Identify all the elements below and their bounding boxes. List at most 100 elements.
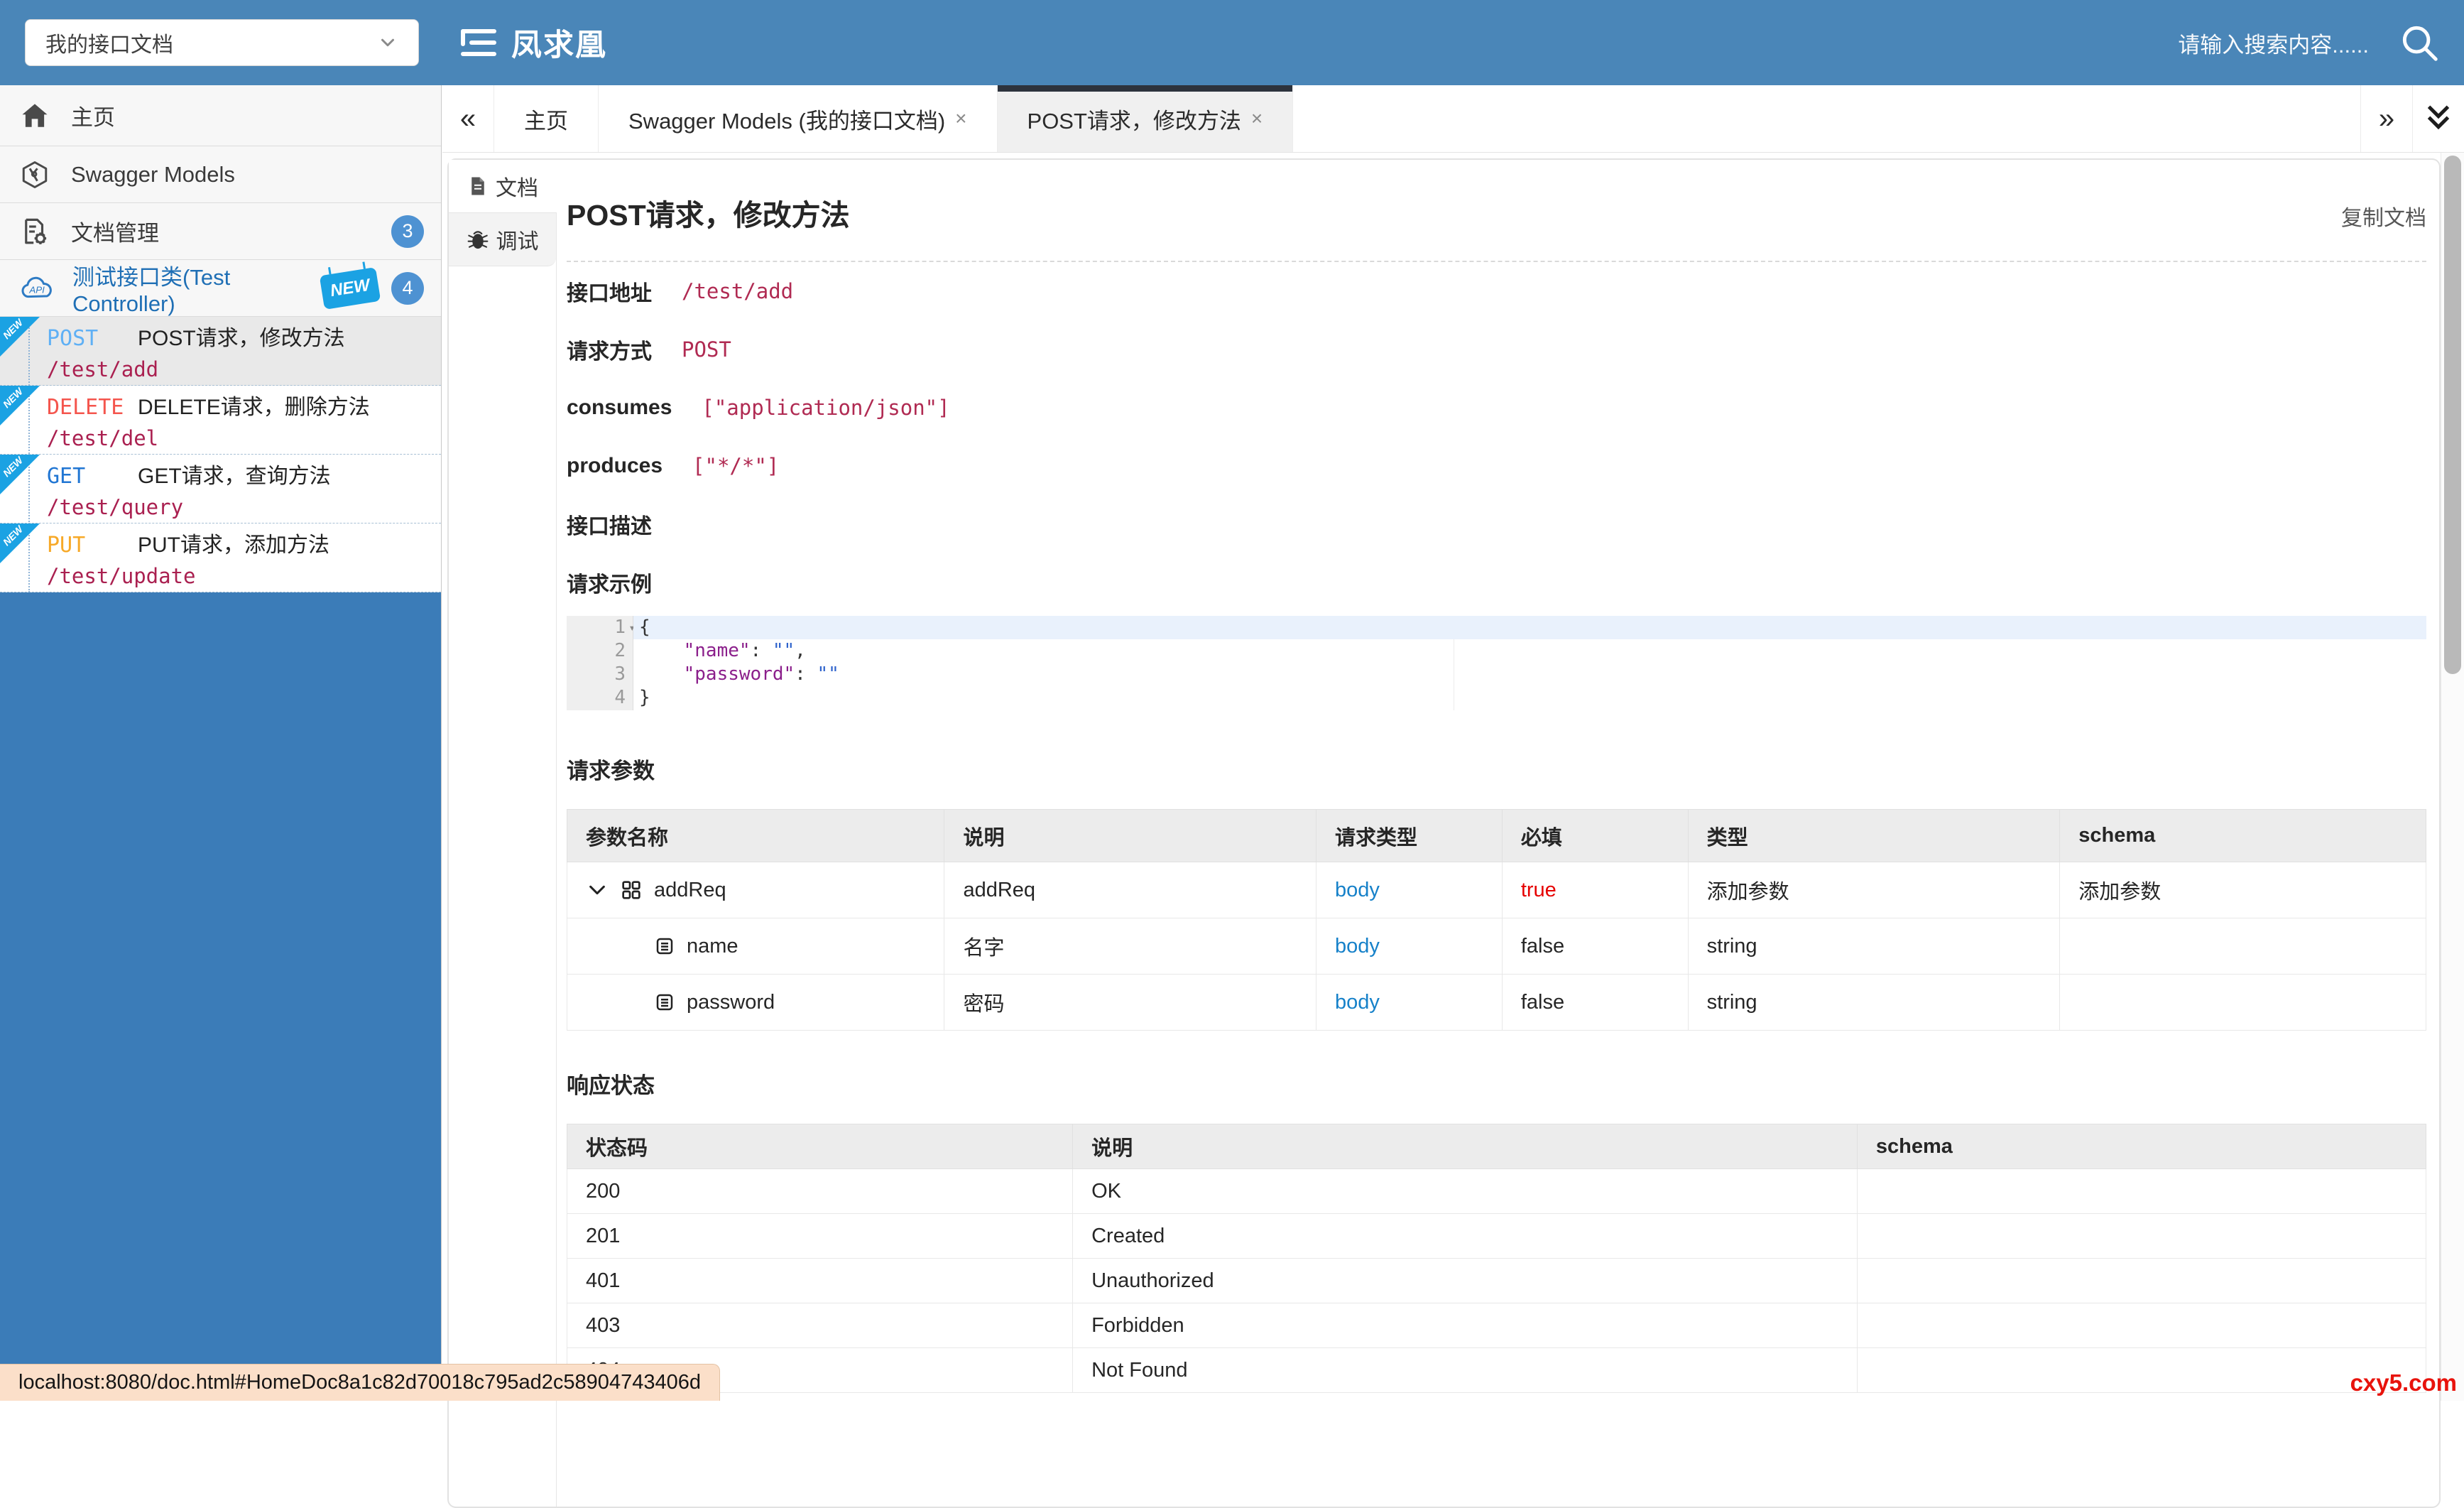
field-label: produces [567, 454, 663, 477]
tab-swagger-models[interactable]: Swagger Models (我的接口文档) × [599, 85, 998, 152]
sidebar: 主页 Swagger Models 文档管理 3 API 测试接口类(Test … [0, 85, 442, 1401]
doc-side-tabs: 文档 调试 [449, 160, 557, 1507]
project-select-dropdown[interactable]: 我的接口文档 [25, 19, 419, 66]
col-status-code: 状态码 [566, 1124, 1074, 1169]
tab-home[interactable]: 主页 [494, 85, 599, 152]
tab-post-request[interactable]: POST请求，修改方法 × [997, 85, 1294, 152]
col-required: 必填 [1501, 809, 1689, 862]
sidebar-item-label: Swagger Models [71, 161, 235, 187]
vertical-scrollbar[interactable] [2441, 153, 2464, 1401]
page-title: POST请求，修改方法 [567, 199, 850, 232]
endpoint-path: /test/query [47, 495, 184, 519]
chevron-down-icon [377, 32, 398, 53]
param-desc: 密码 [944, 974, 1317, 1031]
project-select-value: 我的接口文档 [45, 33, 173, 57]
tabbar-spacer [1293, 85, 2360, 152]
search-input[interactable]: 请输入搜索内容...... [2178, 27, 2369, 59]
param-schema [2059, 918, 2426, 975]
tab-label: POST请求，修改方法 [1027, 108, 1241, 134]
status-schema [1856, 1347, 2427, 1393]
col-param-name: 参数名称 [566, 809, 945, 862]
field-produces: produces ["*/*"] [567, 437, 2426, 495]
svg-text:API: API [28, 284, 45, 295]
method-badge: GET [47, 464, 86, 489]
field-value: ["*/*"] [692, 454, 780, 478]
close-icon[interactable]: × [1251, 107, 1263, 130]
code-line-3: "password": "" [683, 663, 839, 685]
sidebar-item-label: 测试接口类(Test Controller) [72, 265, 231, 316]
doc-manage-count-badge: 3 [391, 215, 424, 248]
doc-content: POST请求，修改方法 复制文档 接口地址 /test/add 请求方式 POS… [557, 160, 2439, 1507]
param-req-type[interactable]: body [1316, 862, 1503, 918]
param-type: 添加参数 [1687, 862, 2061, 918]
swagger-models-icon [20, 160, 50, 190]
browser-link-preview: localhost:8080/doc.html#HomeDoc8a1c82d70… [0, 1364, 720, 1401]
status-code: 401 [566, 1258, 1074, 1303]
status-desc: Created [1072, 1213, 1858, 1259]
param-desc: addReq [944, 862, 1317, 918]
endpoint-post-test-add[interactable]: NEW POST POST请求，修改方法 /test/add [0, 317, 441, 386]
field-api-url: 接口地址 /test/add [567, 262, 2426, 320]
tab-label: Swagger Models (我的接口文档) [628, 108, 946, 134]
param-type: string [1687, 974, 2061, 1031]
collapse-all-tabs-button[interactable] [2412, 85, 2464, 152]
object-icon [620, 879, 643, 901]
status-desc: Forbidden [1072, 1303, 1858, 1348]
sidebar-item-swagger-models[interactable]: Swagger Models [0, 146, 441, 203]
field-label: consumes [567, 396, 672, 419]
sidebar-item-label: 文档管理 [71, 221, 159, 246]
endpoint-get-test-query[interactable]: NEW GET GET请求，查询方法 /test/query [0, 455, 441, 524]
new-ribbon-icon: NEW [0, 386, 40, 425]
col-schema: schema [2059, 809, 2426, 862]
endpoint-delete-test-del[interactable]: NEW DELETE DELETE请求，删除方法 /test/del [0, 386, 441, 455]
table-header-row: 参数名称 说明 请求类型 必填 类型 schema [566, 809, 2426, 862]
param-req-type[interactable]: body [1316, 918, 1503, 975]
search-icon[interactable] [2394, 18, 2444, 67]
tabs-prev-button[interactable]: « [442, 85, 494, 152]
field-value: POST [682, 337, 731, 362]
endpoint-path: /test/add [47, 357, 159, 381]
tab-doc[interactable]: 文档 [449, 160, 557, 213]
copy-doc-link[interactable]: 复制文档 [2341, 200, 2426, 232]
param-schema [2059, 974, 2426, 1031]
logo-icon [459, 26, 498, 60]
code-line-1: { [633, 616, 2426, 639]
param-required: false [1501, 918, 1689, 975]
logo-title: 凤求凰 [511, 28, 607, 63]
col-description: 说明 [1072, 1124, 1858, 1169]
section-request-params: 请求参数 [567, 759, 655, 783]
sidebar-item-doc-manage[interactable]: 文档管理 3 [0, 203, 441, 260]
status-desc: Not Found [1072, 1347, 1858, 1393]
param-name: name [687, 934, 738, 958]
status-code: 200 [566, 1168, 1074, 1214]
endpoint-path: /test/del [47, 426, 159, 450]
api-cloud-icon: API [20, 274, 55, 303]
endpoint-put-test-update[interactable]: NEW PUT PUT请求，添加方法 /test/update [0, 524, 441, 592]
knife4j-app: { "header": { "project_select": { "value… [0, 0, 2464, 1508]
watermark: cxy5.com [2350, 1369, 2457, 1396]
close-icon[interactable]: × [955, 107, 966, 130]
request-params-table: 参数名称 说明 请求类型 必填 类型 schema addReq addReq … [566, 809, 2426, 1031]
editor-code: { "name": "", "password": "" } [633, 616, 2426, 710]
endpoint-path: /test/update [47, 564, 196, 588]
param-req-type[interactable]: body [1316, 974, 1503, 1031]
sidebar-item-test-controller[interactable]: API 测试接口类(Test Controller) NEW 4 [0, 260, 441, 317]
field-value: /test/add [682, 279, 794, 303]
scrollbar-thumb[interactable] [2444, 156, 2461, 674]
endpoint-title: POST请求，修改方法 [138, 327, 345, 350]
doc-manage-icon [20, 217, 50, 246]
request-example-editor[interactable]: 1 ▾ 2 3 4 { "name": "", "password": "" } [567, 616, 2426, 710]
new-ribbon-icon: NEW [0, 524, 40, 563]
status-schema [1856, 1258, 2427, 1303]
collapse-row-icon[interactable] [586, 879, 609, 901]
field-icon [654, 992, 675, 1013]
bug-icon [467, 228, 489, 251]
table-header-row: 状态码 说明 schema [566, 1124, 2427, 1169]
doc-panel: 文档 调试 POST请求，修改方法 复制文档 接口地址 /test/add 请求… [447, 158, 2441, 1508]
status-schema [1856, 1213, 2427, 1259]
tab-debug[interactable]: 调试 [449, 213, 556, 266]
field-api-description: 接口描述 [567, 495, 2426, 553]
tabs-next-button[interactable]: » [2360, 85, 2412, 152]
param-name: password [687, 990, 775, 1014]
sidebar-item-home[interactable]: 主页 [0, 85, 441, 146]
